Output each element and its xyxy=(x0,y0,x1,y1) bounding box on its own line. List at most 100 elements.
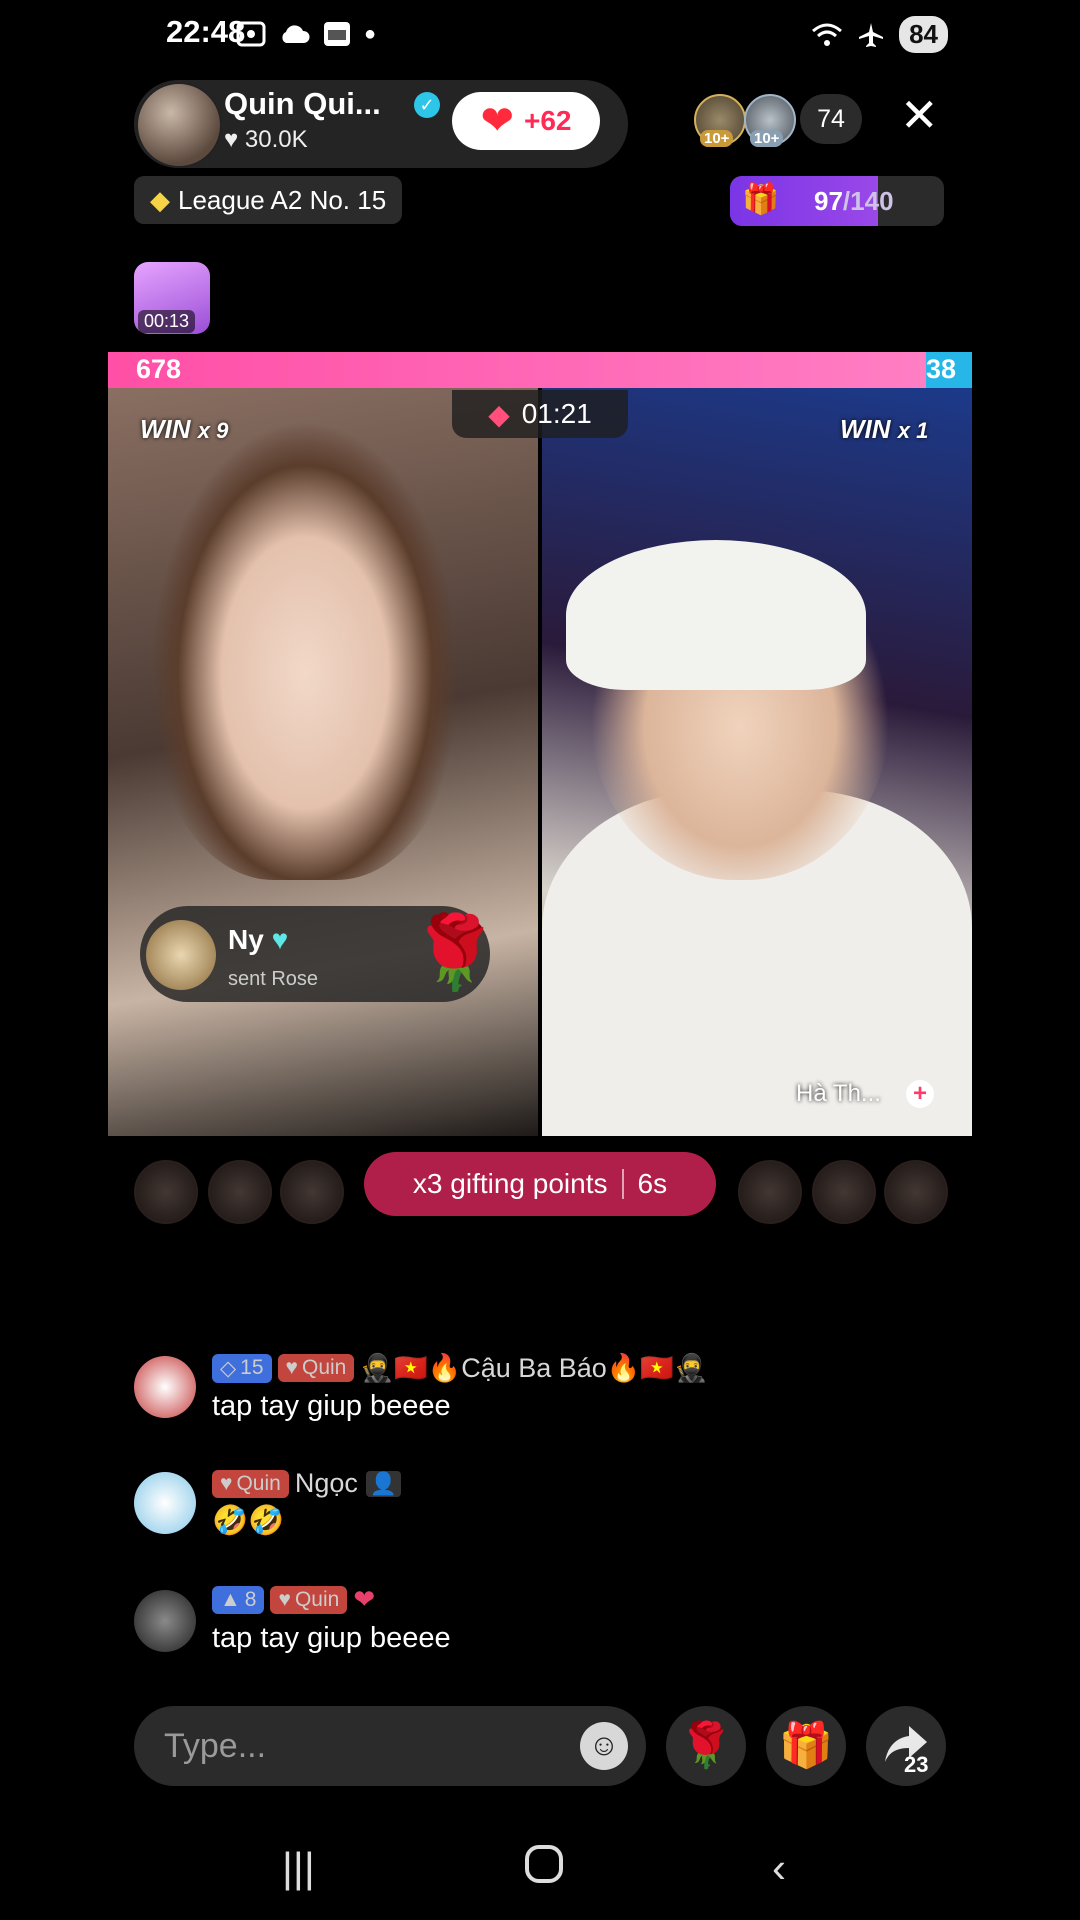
status-icons-left: ● xyxy=(236,20,376,48)
win-multiplier: x 1 xyxy=(897,418,929,443)
viewer-count[interactable]: 74 xyxy=(800,94,862,144)
commenter-name[interactable]: 🥷🇻🇳🔥Cậu Ba Báo🔥🇻🇳🥷 xyxy=(360,1352,707,1384)
fan-badge: ♥ Quin xyxy=(270,1585,348,1614)
close-icon[interactable]: ✕ xyxy=(900,92,939,138)
small-heart-icon: ♥ xyxy=(224,126,239,153)
comment-text: tap tay giup beeee xyxy=(212,1622,451,1654)
home-icon[interactable] xyxy=(524,1844,564,1894)
cloud-icon xyxy=(282,25,310,43)
recent-apps-icon[interactable]: ||| xyxy=(282,1844,315,1892)
fan-badge: ♥ Quin xyxy=(212,1469,289,1498)
comment-text: 🤣🤣 xyxy=(212,1505,285,1537)
goal-max: /140 xyxy=(842,186,894,216)
status-time: 22:48 xyxy=(166,14,246,49)
commenter-avatar[interactable] xyxy=(134,1590,196,1652)
fan-badge-label: Quin xyxy=(236,1471,281,1495)
top-gifter-avatar[interactable] xyxy=(280,1160,344,1224)
battle-score-bar xyxy=(108,352,972,388)
level-value: 8 xyxy=(244,1587,257,1611)
win-multiplier: x 9 xyxy=(197,418,229,443)
rose-icon: 🌹 xyxy=(410,913,500,993)
top-gifter-avatar[interactable] xyxy=(134,1160,198,1224)
rose-icon: 🌹 xyxy=(678,1721,734,1770)
fan-badge-label: Quin xyxy=(294,1587,340,1611)
airplane-icon xyxy=(859,22,884,47)
commenter-avatar[interactable] xyxy=(134,1356,196,1418)
comment-text: tap tay giup beeee xyxy=(212,1390,451,1422)
score-right: 38 xyxy=(925,354,956,384)
screenshot-icon xyxy=(236,21,266,47)
wifi-icon xyxy=(812,23,843,46)
comment-meta: ◇ 15 ♥ Quin 🥷🇻🇳🔥Cậu Ba Báo🔥🇻🇳🥷 xyxy=(212,1352,708,1384)
host-video-left xyxy=(150,420,460,880)
league-label: League A2 No. 15 xyxy=(178,184,387,215)
level-icon: ▲ xyxy=(220,1587,241,1611)
fan-badge: ♥ Quin xyxy=(277,1354,355,1382)
win-streak-left: WIN x 9 xyxy=(140,414,228,445)
battery-indicator: 84 xyxy=(899,16,948,53)
goal-text: 97/140 xyxy=(814,186,894,217)
commenter-avatar[interactable] xyxy=(134,1472,196,1534)
treasure-timer: 00:13 xyxy=(138,310,196,333)
top-viewer-badge: 10+ xyxy=(750,130,784,147)
like-button[interactable]: ❤ +62 xyxy=(452,92,600,150)
share-count: 23 xyxy=(904,1752,929,1777)
win-label: WIN xyxy=(840,414,891,444)
back-icon[interactable]: ‹ xyxy=(772,1844,786,1892)
battle-timer-value: 01:21 xyxy=(521,398,592,429)
heart-icon: ❤ xyxy=(480,99,514,143)
boost-timer: 6s xyxy=(637,1168,668,1199)
like-gain: +62 xyxy=(524,105,572,136)
host-likes-value: 30.0K xyxy=(244,126,308,153)
score-left: 678 xyxy=(136,354,182,384)
gift-action: sent Rose xyxy=(228,968,319,990)
level-value: 15 xyxy=(240,1356,264,1379)
goal-current: 97 xyxy=(814,186,843,216)
goal-progress[interactable]: 🎁 97/140 xyxy=(730,176,944,226)
boost-label: x3 gifting points xyxy=(412,1168,608,1199)
rose-gift-button[interactable]: 🌹 xyxy=(666,1706,746,1786)
follow-plus-button[interactable]: + xyxy=(906,1080,934,1108)
gifting-boost-pill: x3 gifting points 6s xyxy=(364,1152,716,1216)
battle-bar-left xyxy=(108,352,927,388)
top-gifter-avatar[interactable] xyxy=(208,1160,272,1224)
gift-button[interactable]: 🎁 xyxy=(766,1706,846,1786)
gem-icon: ◆ xyxy=(150,184,170,215)
comment-meta: ▲ 8 ♥ Quin ❤ xyxy=(212,1584,375,1615)
host-name: Quin Qui... xyxy=(224,86,381,121)
commenter-name[interactable]: Ngọc xyxy=(295,1468,358,1499)
status-icons-right: 84 xyxy=(811,16,948,53)
battle-timer: ◆ 01:21 xyxy=(452,390,628,438)
top-gifter-avatar[interactable] xyxy=(884,1160,948,1224)
gallery-icon xyxy=(324,22,350,46)
guest-hat xyxy=(566,540,866,690)
fan-icon: ♥ xyxy=(278,1587,291,1611)
top-gifter-avatar[interactable] xyxy=(738,1160,802,1224)
gift-icon: 🎁 xyxy=(778,1721,834,1770)
gift-sender-avatar xyxy=(146,920,216,990)
emoji-icon[interactable]: ☺ xyxy=(580,1722,628,1770)
top-gifter-avatar[interactable] xyxy=(812,1160,876,1224)
gift-sender-name: Ny ♥ xyxy=(228,924,288,956)
heart-emoji: ♥ xyxy=(263,924,289,955)
verified-icon: ✓ xyxy=(414,92,440,118)
level-badge: ▲ 8 xyxy=(212,1585,265,1614)
level-badge: ◇ 15 xyxy=(212,1353,272,1383)
fan-badge-label: Quin xyxy=(301,1356,347,1379)
win-label: WIN xyxy=(140,414,191,444)
heart-emoji: ❤ xyxy=(353,1584,376,1614)
host-avatar[interactable] xyxy=(136,82,222,168)
win-streak-right: WIN x 1 xyxy=(840,414,928,445)
host-likes: ♥ 30.0K xyxy=(224,126,308,154)
fan-icon: ♥ xyxy=(220,1471,233,1495)
gift-sender-text: Ny xyxy=(228,924,264,955)
level-icon: ◇ xyxy=(220,1356,237,1380)
battle-icon: ◆ xyxy=(488,398,510,430)
comment-input[interactable] xyxy=(134,1706,646,1786)
dot-icon: ● xyxy=(364,22,377,45)
top-viewer-badge: 10+ xyxy=(700,130,734,147)
league-badge[interactable]: ◆ League A2 No. 15 xyxy=(134,176,403,224)
comment-meta: ♥ Quin Ngọc 👤 xyxy=(212,1468,402,1499)
heart-gift-icon: 🎁 xyxy=(742,183,780,216)
guest-host-name[interactable]: Hà Th... xyxy=(796,1080,881,1108)
